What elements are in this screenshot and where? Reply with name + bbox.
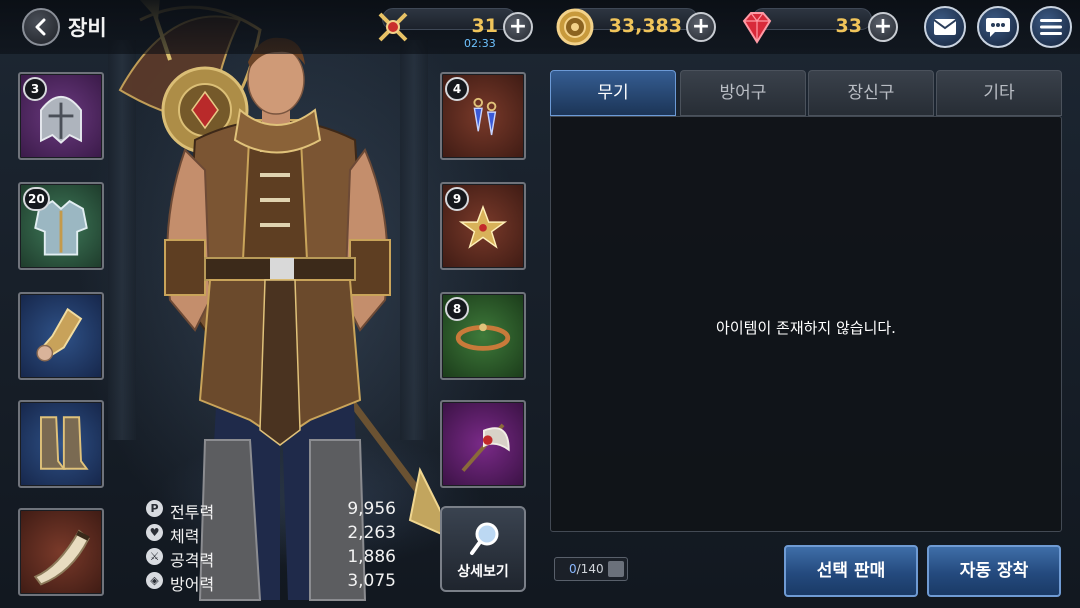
capacity-text: 0/140 xyxy=(569,562,604,576)
detail-view-label: 상세보기 xyxy=(457,564,509,580)
stat-row-defense: ◈ 방어력 3,075 xyxy=(140,570,400,594)
equip-slot-offhand[interactable] xyxy=(18,508,104,596)
stat-value: 2,263 xyxy=(347,523,396,543)
add-gold-button[interactable]: + xyxy=(686,12,716,42)
stamina-timer: 02:33 xyxy=(464,37,496,50)
empty-inventory-message: 아이템이 존재하지 않습니다. xyxy=(716,319,896,337)
chat-button[interactable] xyxy=(977,6,1019,48)
item-level-badge: 20 xyxy=(23,187,50,211)
horn-icon xyxy=(33,529,90,586)
equip-slot-necklace[interactable]: 9 xyxy=(440,182,526,270)
shield-icon: ◈ xyxy=(146,572,163,589)
attack-icon: ⚔ xyxy=(146,548,163,565)
top-bar: 장비 31 02:33 + 33,383 + 33 + xyxy=(0,0,1080,54)
equip-slot-weapon[interactable] xyxy=(440,400,526,488)
magnifier-icon xyxy=(470,522,499,555)
page-title: 장비 xyxy=(68,16,107,40)
select-sell-button[interactable]: 선택 판매 xyxy=(784,545,918,597)
combat-power-icon: P xyxy=(146,500,163,517)
stat-label: 체력 xyxy=(170,527,200,546)
gauntlet-icon xyxy=(36,307,83,362)
stat-label: 전투력 xyxy=(170,503,215,522)
menu-button[interactable] xyxy=(1030,6,1072,48)
stat-value: 9,956 xyxy=(347,499,396,519)
stat-label: 방어력 xyxy=(170,575,215,594)
capacity-used: 0 xyxy=(569,562,577,576)
capacity-max: /140 xyxy=(576,562,604,576)
stat-row-health: ♥ 체력 2,263 xyxy=(140,522,400,546)
stat-value: 1,886 xyxy=(347,547,396,567)
add-gem-button[interactable]: + xyxy=(868,12,898,42)
stat-label: 공격력 xyxy=(170,551,215,570)
item-level-badge: 9 xyxy=(445,187,469,211)
stamina-value: 31 xyxy=(471,15,498,37)
gold-value: 33,383 xyxy=(608,15,682,37)
equip-slot-helmet[interactable]: 3 xyxy=(18,72,104,160)
axe-icon xyxy=(461,423,510,472)
equip-slot-chest[interactable]: 20 xyxy=(18,182,104,270)
equip-slot-boots[interactable] xyxy=(18,400,104,488)
heart-icon: ♥ xyxy=(146,524,163,541)
equip-slot-earrings[interactable]: 4 xyxy=(440,72,526,160)
character-stats: P 전투력 9,956 ♥ 체력 2,263 ⚔ 공격력 1,886 ◈ 방어력… xyxy=(140,494,420,598)
crossed-swords-icon xyxy=(378,12,408,42)
tab-other[interactable]: 기타 xyxy=(936,70,1062,116)
tab-weapon[interactable]: 무기 xyxy=(550,70,676,116)
mail-button[interactable] xyxy=(924,6,966,48)
hamburger-menu-icon xyxy=(1040,19,1062,35)
auto-equip-button[interactable]: 자동 장착 xyxy=(927,545,1061,597)
stat-value: 3,075 xyxy=(347,571,396,591)
add-stamina-button[interactable]: + xyxy=(503,12,533,42)
red-gem-icon xyxy=(742,12,772,44)
expand-capacity-icon xyxy=(608,561,624,577)
stat-row-attack: ⚔ 공격력 1,886 xyxy=(140,546,400,570)
chat-bubble-icon xyxy=(986,18,1010,37)
equip-slot-bracelet[interactable]: 8 xyxy=(440,292,526,380)
tab-armor[interactable]: 방어구 xyxy=(680,70,806,116)
stat-row-combat-power: P 전투력 9,956 xyxy=(140,498,400,522)
tab-accessory[interactable]: 장신구 xyxy=(808,70,934,116)
back-button[interactable] xyxy=(22,8,60,46)
mail-icon xyxy=(933,19,957,35)
inventory-capacity[interactable]: 0/140 xyxy=(554,557,628,581)
gold-coin-icon xyxy=(556,8,594,46)
detail-view-button[interactable]: 상세보기 xyxy=(440,506,526,592)
item-level-badge: 4 xyxy=(445,77,469,101)
gem-value: 33 xyxy=(835,15,862,37)
greaves-icon xyxy=(40,416,89,470)
inventory-panel: 아이템이 존재하지 않습니다. xyxy=(550,116,1062,532)
item-level-badge: 3 xyxy=(23,77,47,101)
equip-slot-gloves[interactable] xyxy=(18,292,104,380)
item-level-badge: 8 xyxy=(445,297,469,321)
chevron-left-icon xyxy=(35,18,46,36)
